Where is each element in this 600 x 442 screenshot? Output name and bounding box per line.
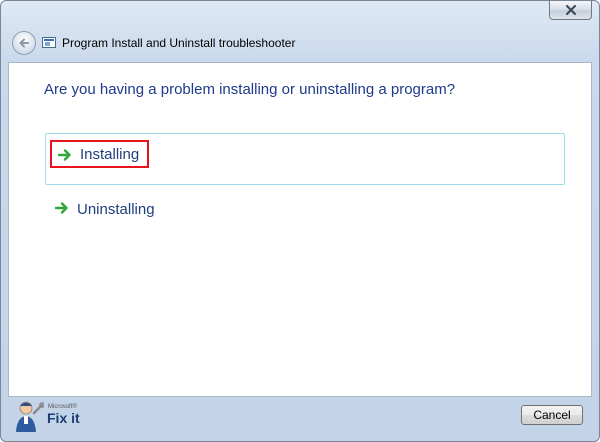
option-uninstalling-label: Uninstalling bbox=[77, 200, 155, 218]
option-installing-label: Installing bbox=[80, 145, 140, 163]
option-installing[interactable]: Installing bbox=[45, 133, 565, 185]
cancel-button[interactable]: Cancel bbox=[521, 405, 583, 425]
window-title: Program Install and Uninstall troublesho… bbox=[62, 36, 296, 50]
content-pane: Are you having a problem installing or u… bbox=[8, 62, 592, 397]
option-installing-highlight: Installing bbox=[50, 140, 150, 168]
question-heading: Are you having a problem installing or u… bbox=[44, 81, 456, 98]
troubleshooter-window: Program Install and Uninstall troublesho… bbox=[0, 0, 600, 442]
fixit-mascot-icon bbox=[16, 401, 44, 432]
close-button[interactable] bbox=[549, 1, 592, 20]
option-uninstalling-row: Uninstalling bbox=[49, 195, 163, 223]
close-icon bbox=[566, 5, 576, 15]
troubleshooter-app-icon bbox=[42, 37, 56, 48]
footer-bar: Microsoft® Fix it Cancel bbox=[8, 398, 592, 436]
fixit-brand-big: Fix it bbox=[47, 410, 80, 426]
fixit-logo: Microsoft® Fix it bbox=[12, 398, 92, 434]
green-arrow-icon bbox=[58, 149, 71, 161]
green-arrow-icon bbox=[55, 202, 68, 214]
option-uninstalling[interactable]: Uninstalling bbox=[45, 189, 565, 241]
back-arrow-icon bbox=[19, 38, 29, 48]
back-button[interactable] bbox=[12, 31, 36, 55]
navigation-bar: Program Install and Uninstall troublesho… bbox=[8, 30, 592, 60]
